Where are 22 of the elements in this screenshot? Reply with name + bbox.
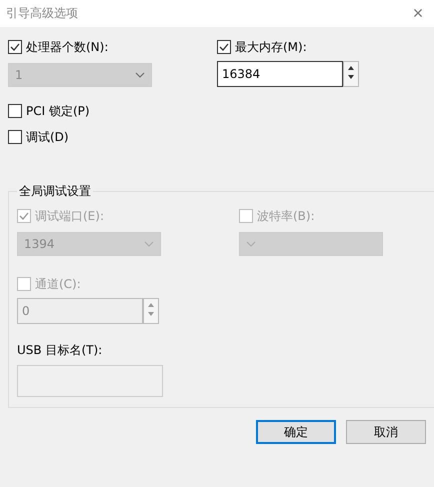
checkbox-label: 最大内存(M): <box>235 38 307 56</box>
checkbox[interactable] <box>217 40 231 54</box>
group-title: 全局调试设置 <box>18 183 92 200</box>
checkbox-label: 处理器个数(N): <box>26 38 108 56</box>
caret-icon <box>135 72 145 78</box>
ok-button[interactable]: 确定 <box>256 420 336 444</box>
cancel-button[interactable]: 取消 <box>346 420 426 444</box>
close-button[interactable]: × <box>402 0 434 27</box>
window-title: 引导高级选项 <box>6 5 78 22</box>
checkbox-label: 调试(D) <box>26 128 69 146</box>
spin-buttons[interactable] <box>343 61 359 87</box>
max-memory-field[interactable]: 16384 <box>217 61 343 87</box>
checkbox-label: 通道(C): <box>35 276 81 292</box>
checkbox[interactable] <box>8 104 22 118</box>
checkbox-label: 波特率(B): <box>257 208 315 224</box>
field-label: USB 目标名(T): <box>17 342 104 359</box>
caret-icon <box>246 241 256 247</box>
checkbox[interactable] <box>8 130 22 144</box>
checkbox-label: PCI 锁定(P) <box>26 102 90 120</box>
checkbox-label: 调试端口(E): <box>35 208 104 224</box>
usb-target-field[interactable] <box>17 365 163 397</box>
caret-icon <box>144 241 154 247</box>
